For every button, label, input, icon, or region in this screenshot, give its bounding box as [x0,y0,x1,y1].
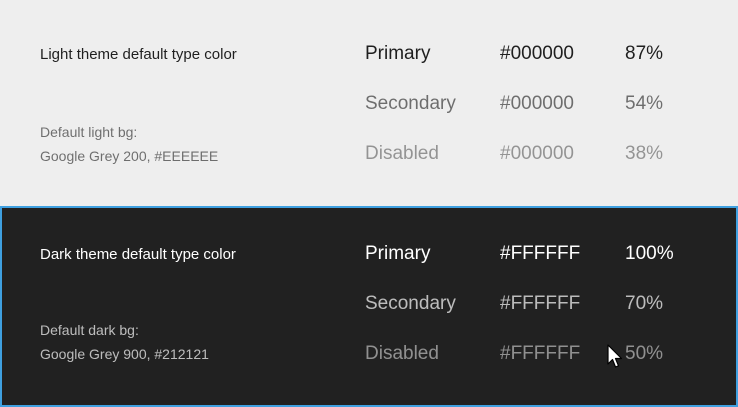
light-theme-panel: Light theme default type color Default l… [0,0,738,206]
dark-disabled-label: Disabled [365,343,439,364]
dark-primary-label: Primary [365,243,431,264]
light-primary-hex: #000000 [500,43,574,64]
light-disabled-opacity: 38% [625,143,664,164]
dark-bg-value: Google Grey 900, #212121 [40,346,209,362]
light-bg-description: Default light bg: Google Grey 200, #EEEE… [40,120,218,168]
dark-secondary-label: Secondary [365,293,456,314]
light-secondary-label: Secondary [365,93,456,114]
dark-theme-title: Dark theme default type color [40,246,236,263]
dark-secondary-hex: #FFFFFF [500,293,581,314]
light-bg-label: Default light bg: [40,124,138,140]
light-disabled-label: Disabled [365,143,439,164]
light-disabled-hex: #000000 [500,143,574,164]
dark-theme-panel: Dark theme default type color Default da… [0,206,738,407]
light-bg-value: Google Grey 200, #EEEEEE [40,148,219,164]
mouse-pointer-icon [607,344,623,368]
dark-secondary-opacity: 70% [625,293,664,314]
dark-primary-opacity: 100% [625,243,674,264]
light-theme-title: Light theme default type color [40,46,237,63]
light-secondary-opacity: 54% [625,93,664,114]
dark-disabled-opacity: 50% [625,343,664,364]
dark-bg-label: Default dark bg: [40,322,139,338]
light-primary-label: Primary [365,43,431,64]
light-secondary-hex: #000000 [500,93,574,114]
dark-bg-description: Default dark bg: Google Grey 900, #21212… [40,318,209,366]
dark-primary-hex: #FFFFFF [500,243,581,264]
light-primary-opacity: 87% [625,43,664,64]
dark-disabled-hex: #FFFFFF [500,343,581,364]
